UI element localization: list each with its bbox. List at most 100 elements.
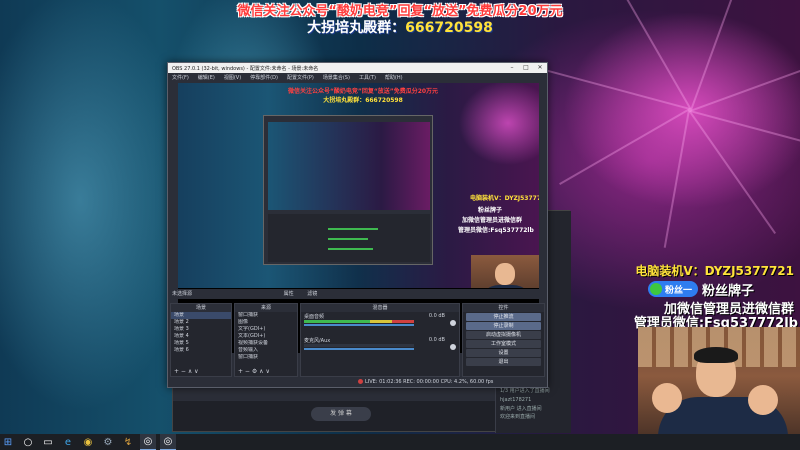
wechat-pill-label: 粉丝一: [665, 285, 693, 296]
scene-item[interactable]: 场景 6: [171, 347, 231, 354]
wechat-icon: [650, 283, 662, 295]
menu-help[interactable]: 帮助(H): [385, 74, 403, 81]
controls-dock-title: 控件: [463, 304, 544, 312]
edge-browser-icon[interactable]: e: [60, 434, 76, 450]
controls-dock: 控件 停止推流 停止录制 启动虚拟摄像机 工作室模式 设置 退出: [462, 303, 545, 377]
menu-profile[interactable]: 配置文件(P): [287, 74, 314, 81]
captured-screen: 微信关注公众号“酸奶电竞”回复“放送”免费瓜分20万元 大拐培丸殿群：66672…: [178, 83, 539, 288]
obs-icon[interactable]: ◎: [140, 434, 156, 450]
volume-slider[interactable]: [304, 348, 414, 350]
scenes-toolbar[interactable]: + − ∧ ∨: [171, 368, 231, 376]
sources-dock-title: 来源: [235, 304, 297, 312]
group-banner: 大拐培丸殿群：666720598: [0, 17, 800, 37]
windows-start-icon[interactable]: ⊞: [0, 434, 16, 450]
maximize-icon[interactable]: □: [519, 63, 533, 73]
group-banner-number: 666720598: [405, 20, 493, 36]
audio-meter: [304, 320, 414, 323]
scenes-dock-title: 场景: [171, 304, 231, 312]
scenes-dock: 场景 场景 场景 2 场景 3 场景 4 场景 5 场景 6 + − ∧ ∨: [170, 303, 232, 377]
scene-item[interactable]: 场景: [171, 312, 231, 319]
capture-webcam: [471, 255, 539, 288]
no-source-bar: 未选择源 属性 滤镜: [168, 289, 547, 299]
capture-fans: 粉丝牌子: [478, 207, 503, 214]
exit-button[interactable]: 退出: [466, 358, 541, 366]
source-item[interactable]: 窗口捕获: [235, 354, 297, 361]
scene-item[interactable]: 场景 3: [171, 326, 231, 333]
fans-badge-overlay: 粉丝一 粉丝牌子: [648, 280, 755, 299]
game-launcher-icon[interactable]: ↯: [120, 434, 136, 450]
send-danmaku-button[interactable]: 发 弹 幕: [311, 407, 371, 421]
capture-obs-window: [263, 115, 433, 265]
chrome-icon[interactable]: ◉: [80, 434, 96, 450]
mixer-dock-title: 混音器: [301, 304, 459, 312]
menu-docks[interactable]: 停靠部件(D): [250, 74, 278, 81]
chat-line: 欢迎来到直播间: [500, 414, 536, 420]
capture-group: 大拐培丸殿群：666720598: [323, 97, 403, 104]
promo-banner: 微信关注公众号“酸奶电竞”回复“放送”免费瓜分20万元: [237, 4, 563, 19]
obs-statusbar: LIVE: 01:02:36 REC: 00:00:00 CPU: 4.2%, …: [168, 377, 547, 387]
mixer-track-db: 0.0 dB: [428, 313, 445, 319]
source-item[interactable]: 视频捕获设备: [235, 340, 297, 347]
scene-item[interactable]: 场景 4: [171, 333, 231, 340]
speaker-icon[interactable]: [450, 344, 456, 350]
obs-window: OBS 27.0.1 (32-bit, windows) - 配置文件:未命名 …: [167, 62, 548, 388]
obs-icon-2[interactable]: ◎: [160, 434, 176, 450]
capture-admin: 管理员微信:Fsq537772lb: [458, 227, 534, 234]
studio-mode-button[interactable]: 工作室模式: [466, 340, 541, 348]
sources-dock: 来源 窗口捕获 图像 文字(GDI+) 文本(GDI+) 视频捕获设备 音频输入…: [234, 303, 298, 377]
source-item[interactable]: 音频输入: [235, 347, 297, 354]
search-icon[interactable]: ○: [20, 434, 36, 450]
stop-streaming-button[interactable]: 停止推流: [466, 313, 541, 321]
task-view-icon[interactable]: ▭: [40, 434, 56, 450]
scene-item[interactable]: 场景 2: [171, 319, 231, 326]
capture-pc-build: 电脑装机V：DYZJ5377721: [470, 195, 539, 202]
source-item[interactable]: 窗口捕获: [235, 312, 297, 319]
wechat-pill: 粉丝一: [648, 281, 699, 297]
properties-button[interactable]: 属性: [284, 291, 294, 297]
virtual-camera-button[interactable]: 启动虚拟摄像机: [466, 331, 541, 339]
obs-title: OBS 27.0.1 (32-bit, windows) - 配置文件:未命名 …: [172, 65, 319, 72]
stop-recording-button[interactable]: 停止录制: [466, 322, 541, 330]
settings-button[interactable]: 设置: [466, 349, 541, 357]
chat-line: 新用户 进入直播间: [500, 406, 542, 412]
menu-edit[interactable]: 编辑(E): [198, 74, 215, 81]
close-icon[interactable]: ✕: [533, 63, 547, 73]
audio-meter: [304, 344, 414, 347]
obs-menubar: 文件(F) 编辑(E) 视图(V) 停靠部件(D) 配置文件(P) 场景集合(S…: [168, 73, 547, 82]
obs-docks: 未选择源 属性 滤镜 场景 场景 场景 2 场景 3 场景 4 场景 5 场景 …: [168, 289, 547, 377]
volume-slider[interactable]: [304, 324, 414, 326]
chat-line: 1/3 用户进入了直播间: [500, 388, 550, 394]
menu-file[interactable]: 文件(F): [172, 74, 189, 81]
capture-inner-preview: [268, 122, 430, 210]
capture-inner-dock: [268, 214, 430, 262]
source-item[interactable]: 文本(GDI+): [235, 333, 297, 340]
menu-scene-collection[interactable]: 场景集合(S): [323, 74, 350, 81]
menu-view[interactable]: 视图(V): [224, 74, 241, 81]
fans-badge-label: 粉丝牌子: [702, 283, 755, 299]
minimize-icon[interactable]: –: [505, 63, 519, 73]
source-item[interactable]: 文字(GDI+): [235, 326, 297, 333]
webcam-feed: [638, 327, 800, 450]
chat-input-bar: 发 弹 幕: [173, 401, 495, 431]
obs-titlebar: OBS 27.0.1 (32-bit, windows) - 配置文件:未命名 …: [168, 63, 547, 73]
capture-group-join: 加微信管理员进微信群: [462, 217, 523, 224]
mixer-track-db: 0.0 dB: [428, 337, 445, 343]
group-banner-label: 大拐培丸殿群：: [307, 20, 406, 36]
menu-tools[interactable]: 工具(T): [359, 74, 376, 81]
sources-toolbar[interactable]: + − ⚙ ∧ ∨: [235, 368, 297, 376]
chat-line: hjazt178271: [500, 397, 532, 403]
windows-taskbar: ⊞ ○ ▭ e ◉ ⚙ ↯ ◎ ◎: [0, 434, 800, 450]
mixer-track-mic: 麦克风/Aux 0.0 dB: [301, 336, 459, 354]
no-source-label: 未选择源: [172, 291, 193, 297]
filters-button[interactable]: 滤镜: [307, 291, 317, 297]
live-indicator-icon: [358, 379, 363, 384]
mixer-track-desktop: 桌面音频 0.0 dB: [301, 312, 459, 330]
source-item[interactable]: 图像: [235, 319, 297, 326]
speaker-icon[interactable]: [450, 320, 456, 326]
capture-banner: 微信关注公众号“酸奶电竞”回复“放送”免费瓜分20万元: [287, 88, 439, 95]
mixer-dock: 混音器 桌面音频 0.0 dB 麦克风/Aux 0.0 dB: [300, 303, 460, 377]
obs-status-text: LIVE: 01:02:36 REC: 00:00:00 CPU: 4.2%, …: [365, 379, 494, 385]
scene-item[interactable]: 场景 5: [171, 340, 231, 347]
steam-icon[interactable]: ⚙: [100, 434, 116, 450]
pc-build-overlay: 电脑装机V：DYZJ5377721: [635, 264, 794, 278]
